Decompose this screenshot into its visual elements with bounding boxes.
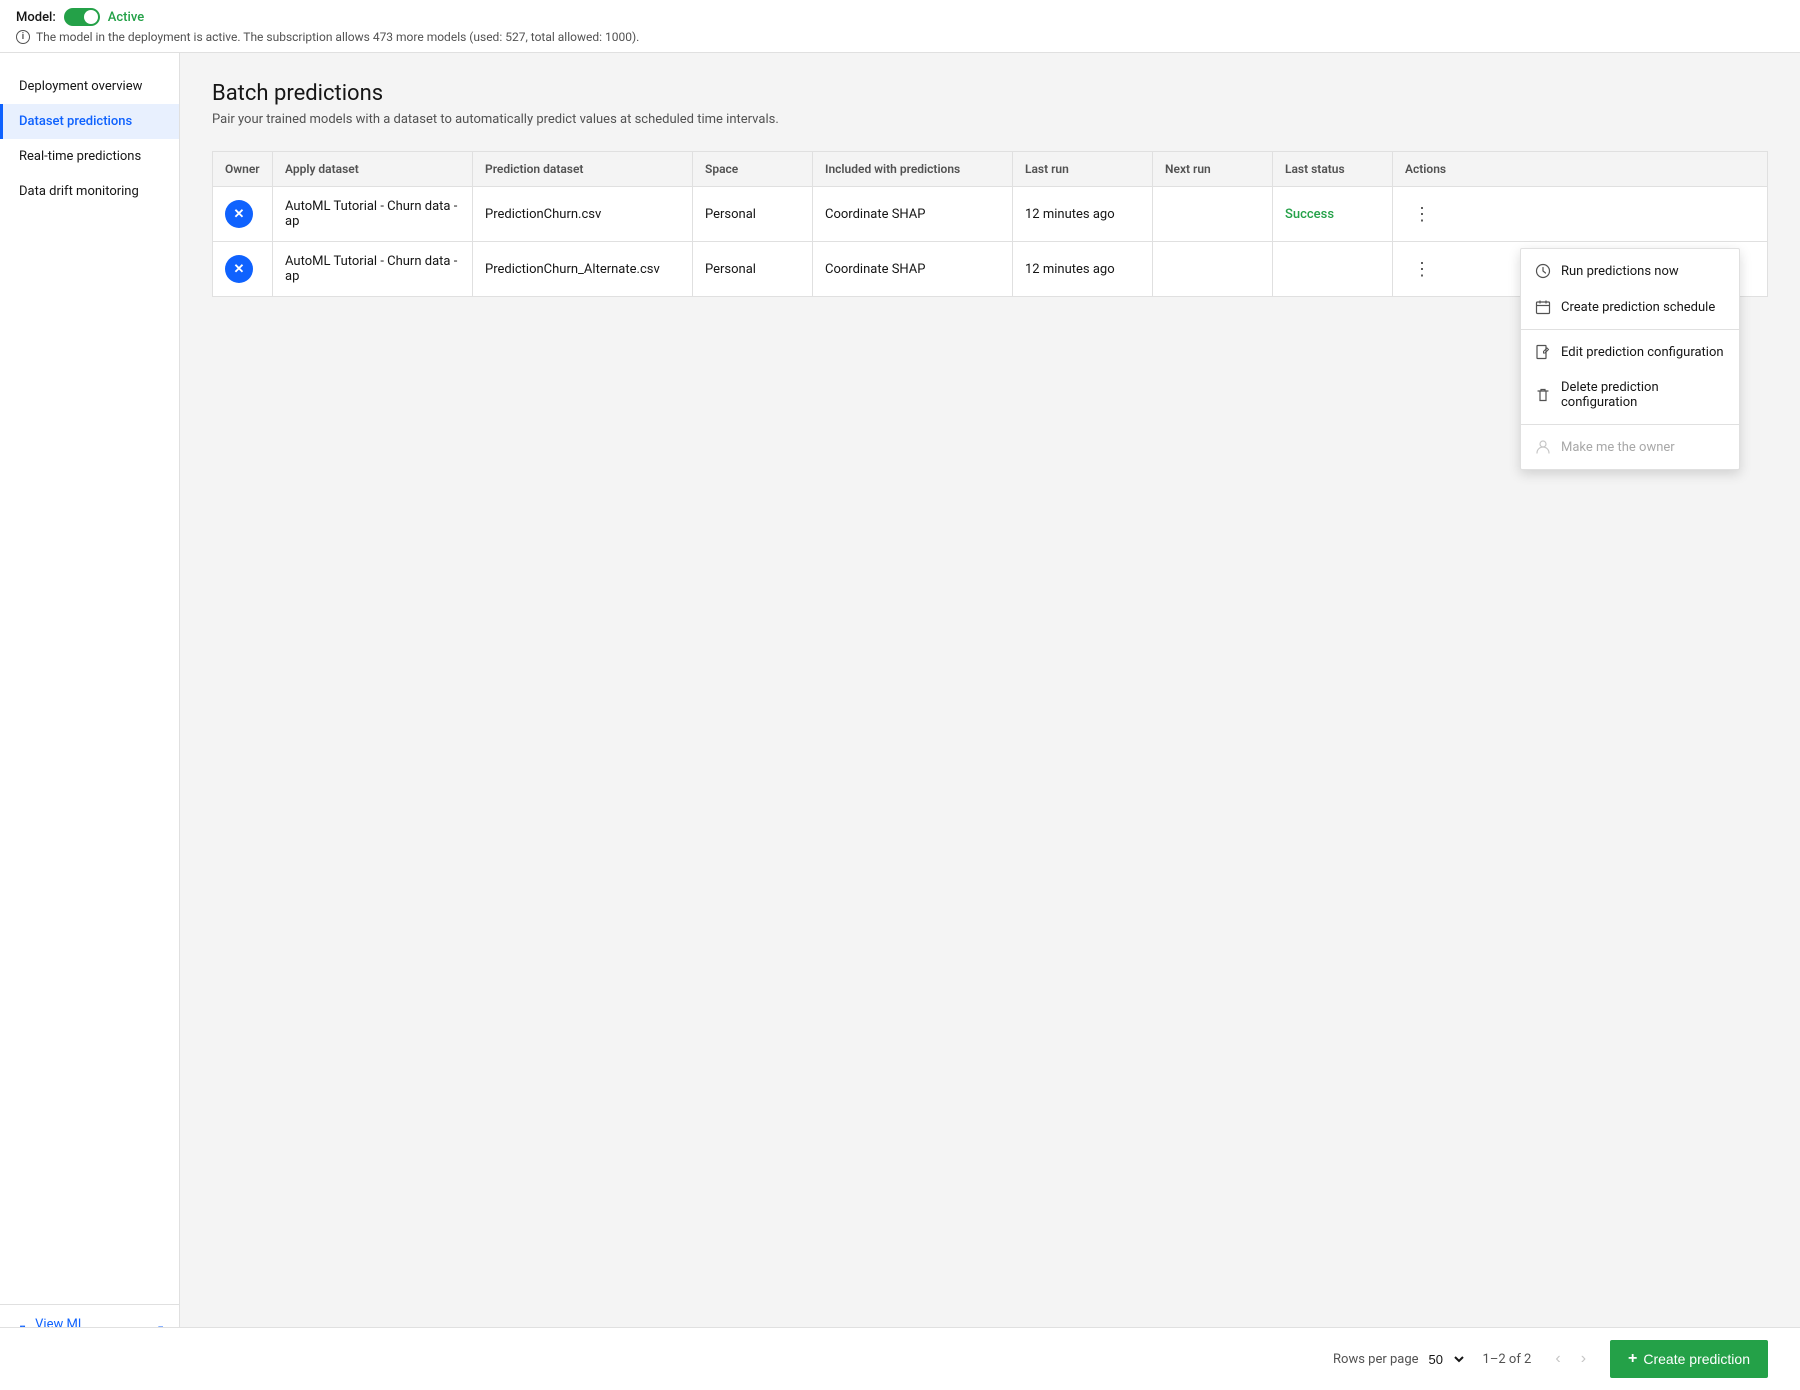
th-actions: Actions [1393, 152, 1473, 186]
prediction-dataset-value-2: PredictionChurn_Alternate.csv [485, 262, 660, 277]
dropdown-item-run-predictions-now[interactable]: Run predictions now [1521, 253, 1739, 289]
page-title: Batch predictions [212, 81, 1768, 106]
td-last-run-1: 12 minutes ago [1013, 187, 1153, 241]
model-status-row: Model: Active [16, 8, 1784, 26]
td-apply-dataset-1: AutoML Tutorial - Churn data - ap [273, 187, 473, 241]
sidebar-nav: Deployment overview Dataset predictions … [0, 69, 179, 209]
th-apply-dataset: Apply dataset [273, 152, 473, 186]
actions-button-1[interactable]: ⋮ [1405, 200, 1439, 229]
run-predictions-now-label: Run predictions now [1561, 264, 1679, 279]
actions-dropdown-menu: Run predictions now Create prediction sc… [1520, 248, 1740, 470]
rows-per-page-control: Rows per page 50 25 100 [1333, 1351, 1467, 1368]
td-owner-1: ✕ [213, 187, 273, 241]
dropdown-item-delete-prediction-configuration[interactable]: Delete prediction configuration [1521, 370, 1739, 420]
table-row: ✕ AutoML Tutorial - Churn data - ap Pred… [213, 187, 1767, 242]
page-subtitle: Pair your trained models with a dataset … [212, 112, 1768, 127]
create-prediction-label: Create prediction [1643, 1351, 1750, 1367]
td-last-status-1: Success [1273, 187, 1393, 241]
model-active-label: Active [108, 10, 144, 25]
calendar-icon [1535, 299, 1551, 315]
person-icon [1535, 439, 1551, 455]
td-prediction-dataset-1: PredictionChurn.csv [473, 187, 693, 241]
apply-dataset-value-2: AutoML Tutorial - Churn data - ap [285, 254, 460, 284]
next-page-button[interactable]: › [1573, 1346, 1594, 1372]
owner-avatar-2: ✕ [225, 255, 253, 283]
td-last-status-2 [1273, 242, 1393, 296]
th-owner: Owner [213, 152, 273, 186]
last-run-value-1: 12 minutes ago [1025, 207, 1115, 222]
info-row: i The model in the deployment is active.… [16, 30, 1784, 44]
sidebar: Deployment overview Dataset predictions … [0, 53, 180, 1375]
included-value-1: Coordinate SHAP [825, 207, 925, 222]
sidebar-item-dataset-predictions[interactable]: Dataset predictions [0, 104, 179, 139]
top-bar: Model: Active i The model in the deploym… [0, 0, 1800, 53]
th-prediction-dataset: Prediction dataset [473, 152, 693, 186]
sidebar-label-deployment-overview: Deployment overview [19, 79, 142, 94]
main-content: Batch predictions Pair your trained mode… [180, 53, 1800, 1375]
model-toggle[interactable] [64, 8, 100, 26]
sidebar-label-realtime-predictions: Real-time predictions [19, 149, 141, 164]
sidebar-item-data-drift-monitoring[interactable]: Data drift monitoring [0, 174, 179, 209]
included-value-2: Coordinate SHAP [825, 262, 925, 277]
page-nav: ‹ › [1547, 1346, 1594, 1372]
sidebar-item-realtime-predictions[interactable]: Real-time predictions [0, 139, 179, 174]
pagination-text: 1–2 of 2 [1483, 1352, 1532, 1367]
dropdown-item-edit-prediction-configuration[interactable]: Edit prediction configuration [1521, 334, 1739, 370]
sidebar-item-deployment-overview[interactable]: Deployment overview [0, 69, 179, 104]
space-value-1: Personal [705, 207, 756, 222]
td-included-1: Coordinate SHAP [813, 187, 1013, 241]
space-value-2: Personal [705, 262, 756, 277]
actions-button-2[interactable]: ⋮ [1405, 255, 1439, 284]
make-me-owner-label: Make me the owner [1561, 440, 1675, 455]
clock-icon [1535, 263, 1551, 279]
edit-prediction-configuration-label: Edit prediction configuration [1561, 345, 1724, 360]
td-next-run-2 [1153, 242, 1273, 296]
td-last-run-2: 12 minutes ago [1013, 242, 1153, 296]
apply-dataset-value-1: AutoML Tutorial - Churn data - ap [285, 199, 460, 229]
th-next-run: Next run [1153, 152, 1273, 186]
dropdown-item-make-me-owner: Make me the owner [1521, 429, 1739, 465]
td-actions-2[interactable]: ⋮ [1393, 242, 1473, 296]
td-space-1: Personal [693, 187, 813, 241]
th-last-status: Last status [1273, 152, 1393, 186]
model-label: Model: [16, 10, 56, 25]
td-next-run-1 [1153, 187, 1273, 241]
dropdown-section-1: Run predictions now Create prediction sc… [1521, 249, 1739, 330]
plus-icon: + [1628, 1350, 1637, 1368]
delete-prediction-configuration-label: Delete prediction configuration [1561, 380, 1725, 410]
dropdown-section-3: Make me the owner [1521, 425, 1739, 469]
last-status-value-1: Success [1285, 207, 1334, 222]
dropdown-item-create-prediction-schedule[interactable]: Create prediction schedule [1521, 289, 1739, 325]
layout: Deployment overview Dataset predictions … [0, 53, 1800, 1375]
create-prediction-schedule-label: Create prediction schedule [1561, 300, 1715, 315]
sidebar-label-dataset-predictions: Dataset predictions [19, 114, 132, 129]
th-included-with-predictions: Included with predictions [813, 152, 1013, 186]
sidebar-label-data-drift-monitoring: Data drift monitoring [19, 184, 139, 199]
th-last-run: Last run [1013, 152, 1153, 186]
td-included-2: Coordinate SHAP [813, 242, 1013, 296]
owner-avatar-1: ✕ [225, 200, 253, 228]
prediction-dataset-value-1: PredictionChurn.csv [485, 207, 601, 222]
prev-page-button[interactable]: ‹ [1547, 1346, 1568, 1372]
td-actions-1[interactable]: ⋮ [1393, 187, 1473, 241]
td-apply-dataset-2: AutoML Tutorial - Churn data - ap [273, 242, 473, 296]
td-owner-2: ✕ [213, 242, 273, 296]
rows-per-page-label: Rows per page [1333, 1352, 1419, 1367]
table-header: Owner Apply dataset Prediction dataset S… [213, 152, 1767, 187]
trash-icon [1535, 387, 1551, 403]
th-space: Space [693, 152, 813, 186]
rows-per-page-select[interactable]: 50 25 100 [1425, 1351, 1467, 1368]
pagination-info: 1–2 of 2 [1483, 1352, 1532, 1367]
last-run-value-2: 12 minutes ago [1025, 262, 1115, 277]
create-prediction-button[interactable]: + Create prediction [1610, 1340, 1768, 1378]
bottom-bar: Rows per page 50 25 100 1–2 of 2 ‹ › + C… [0, 1327, 1800, 1390]
edit-doc-icon [1535, 344, 1551, 360]
td-space-2: Personal [693, 242, 813, 296]
td-prediction-dataset-2: PredictionChurn_Alternate.csv [473, 242, 693, 296]
info-text: The model in the deployment is active. T… [36, 30, 639, 44]
dropdown-section-2: Edit prediction configuration Delete pre… [1521, 330, 1739, 425]
info-icon: i [16, 30, 30, 44]
